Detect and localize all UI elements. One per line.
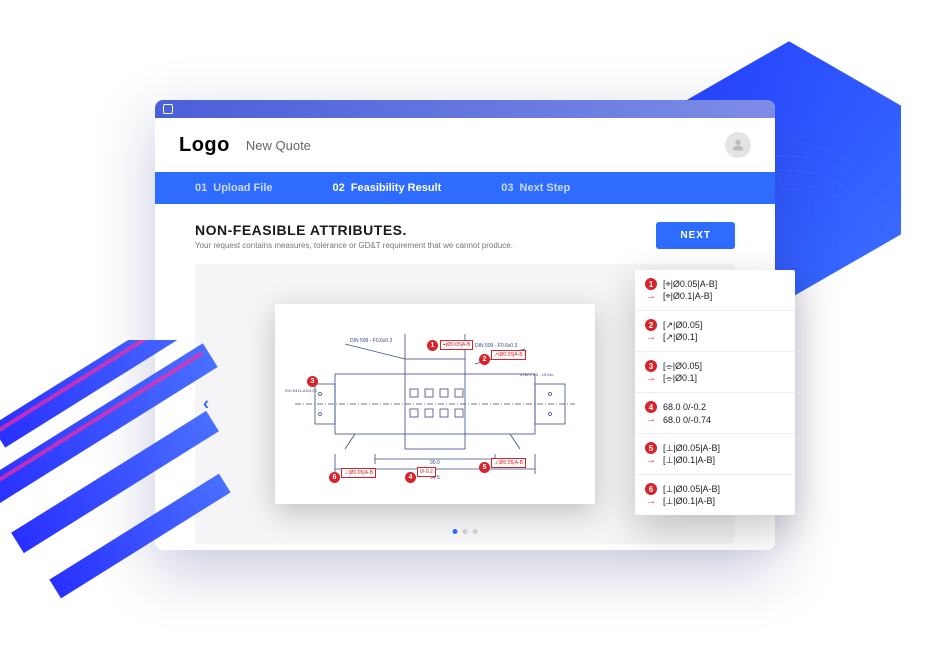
svg-text:5.N6 x 0.5 - 15 Mn.: 5.N6 x 0.5 - 15 Mn. — [520, 372, 554, 377]
attribute-row[interactable]: 6[⊥|Ø0.05|A-B]→[⊥|Ø0.1|A-B] — [635, 475, 795, 515]
svg-text:DIN 509 - F0.6x0.3: DIN 509 - F0.6x0.3 — [350, 338, 392, 344]
chevron-left-icon[interactable]: ‹ — [203, 394, 209, 415]
carousel-dots — [453, 529, 478, 534]
attribute-row[interactable]: 468.0 0/-0.2→68.0 0/-0.74 — [635, 393, 795, 434]
engineering-drawing: DIN 509 - F0.6x0.3 DIN 509 - F0.6x0.3 IS… — [275, 304, 595, 504]
logo: Logo — [179, 134, 230, 157]
step-upload[interactable]: 01Upload File — [195, 182, 273, 194]
gdtbox-1: ⌖|Ø0.05|A-B — [440, 340, 473, 350]
attribute-row[interactable]: 1[⌖|Ø0.05|A-B]→[⌖|Ø0.1|A-B] — [635, 270, 795, 311]
callout-5[interactable]: 5 — [479, 462, 490, 473]
gdtbox-2: ↗|Ø0.05|A-B — [491, 350, 526, 360]
attribute-row[interactable]: 3[⌯|Ø0.05]→[⌯|Ø0.1] — [635, 352, 795, 393]
window-menu-icon — [163, 104, 173, 114]
attribute-row[interactable]: 2[↗|Ø0.05]→[↗|Ø0.1] — [635, 311, 795, 352]
page-title: New Quote — [246, 138, 311, 153]
callout-2[interactable]: 2 — [479, 354, 490, 365]
app-header: Logo New Quote — [155, 118, 775, 172]
dot-1[interactable] — [453, 529, 458, 534]
step-bar: 01Upload File 02Feasibility Result 03Nex… — [155, 172, 775, 204]
window-titlebar — [155, 100, 775, 118]
dot-3[interactable] — [473, 529, 478, 534]
gdtbox-6: ⊥|Ø0.05|A-B — [341, 468, 376, 478]
gdtbox-5: ⊥|Ø0.05|A-B — [491, 458, 526, 468]
attributes-panel: 1[⌖|Ø0.05|A-B]→[⌖|Ø0.1|A-B]2[↗|Ø0.05]→[↗… — [635, 270, 795, 515]
section-subtitle: Your request contains measures, toleranc… — [195, 241, 513, 250]
callout-1[interactable]: 1 — [427, 340, 438, 351]
attribute-row[interactable]: 5[⊥|Ø0.05|A-B]→[⊥|Ø0.1|A-B] — [635, 434, 795, 475]
user-avatar[interactable] — [725, 132, 751, 158]
gdtbox-4: 0/-0.2 — [417, 467, 436, 477]
callout-4[interactable]: 4 — [405, 472, 416, 483]
callout-6[interactable]: 6 — [329, 472, 340, 483]
svg-text:90.0: 90.0 — [430, 460, 440, 466]
app-window: Logo New Quote 01Upload File 02Feasibili… — [155, 100, 775, 550]
dot-2[interactable] — [463, 529, 468, 534]
svg-text:DIN 509 - F0.6x0.3: DIN 509 - F0.6x0.3 — [475, 343, 517, 349]
section-title: NON-FEASIBLE ATTRIBUTES. — [195, 222, 513, 238]
svg-text:ISO 6411-A2/4.25: ISO 6411-A2/4.25 — [285, 388, 318, 393]
next-button[interactable]: NEXT — [656, 222, 735, 249]
callout-3[interactable]: 3 — [307, 376, 318, 387]
step-feasibility[interactable]: 02Feasibility Result — [333, 182, 442, 194]
step-next[interactable]: 03Next Step — [501, 182, 570, 194]
